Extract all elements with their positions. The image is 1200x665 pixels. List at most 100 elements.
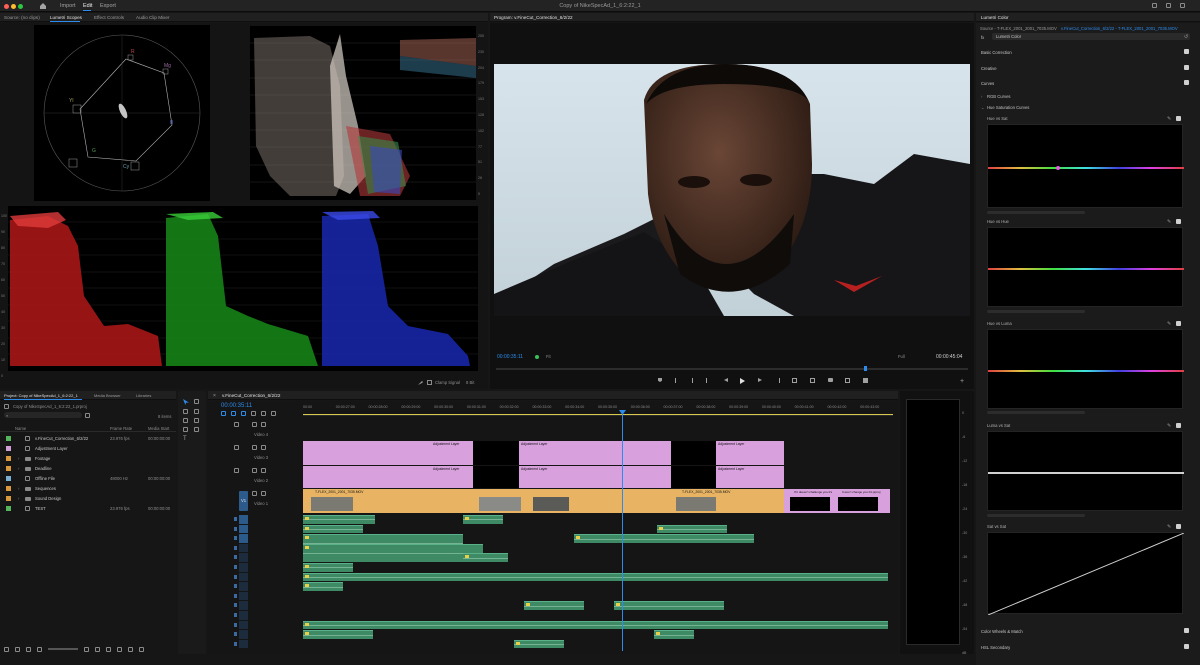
source-patch-audio[interactable] <box>239 515 248 524</box>
hue-vs-sat-graph[interactable] <box>987 124 1184 208</box>
eyedropper-icon[interactable]: ✎ <box>1167 524 1171 530</box>
adjustment-layer-clip[interactable]: Adjustment Layer <box>303 441 473 465</box>
audio-clip[interactable] <box>463 515 503 524</box>
eye-icon[interactable] <box>261 468 266 473</box>
source-patch-audio[interactable] <box>239 534 248 543</box>
hue-vs-luma-graph[interactable] <box>987 329 1184 409</box>
go-to-in-icon[interactable] <box>705 378 711 383</box>
tab-effect-controls[interactable]: Effect Controls <box>94 15 124 20</box>
curves-checkbox[interactable] <box>1184 80 1189 85</box>
list-view-icon[interactable] <box>15 646 20 652</box>
adjustment-layer-clip[interactable]: Adjustment Layer <box>303 466 473 488</box>
source-patch-audio[interactable] <box>239 582 248 591</box>
timeline-settings-icon[interactable] <box>261 411 266 416</box>
chevron-right-icon[interactable]: › <box>18 486 19 491</box>
chevron-right-icon[interactable]: › <box>18 466 19 471</box>
list-item[interactable]: › Deadline <box>0 464 176 474</box>
track-select-icon[interactable] <box>194 399 199 404</box>
eyedropper-icon[interactable]: ✎ <box>1167 219 1171 225</box>
luma-vs-sat-graph[interactable] <box>987 431 1184 511</box>
audio-clip[interactable] <box>463 553 508 562</box>
source-patch-audio[interactable] <box>239 620 248 630</box>
audio-clip[interactable] <box>303 572 888 582</box>
source-patch-audio[interactable] <box>239 553 248 562</box>
text-clip[interactable]: If it doesn't challenge you it's It won'… <box>784 489 890 513</box>
adjustment-layer-clip[interactable]: Adjustment Layer <box>716 441 784 465</box>
lock-icon[interactable] <box>234 445 239 450</box>
hue-vs-hue-scroll[interactable] <box>987 310 1085 313</box>
lock-icon[interactable] <box>234 584 237 589</box>
section-color-wheels[interactable]: Color Wheels & Match <box>981 629 1023 634</box>
section-hsl-secondary[interactable]: HSL Secondary <box>981 645 1010 650</box>
lock-icon[interactable] <box>234 536 237 541</box>
timeline-timecode[interactable]: 00:00:35:11 <box>221 403 252 409</box>
fullscreen-icon[interactable] <box>1180 3 1185 8</box>
chevron-right-icon[interactable]: › <box>18 456 19 461</box>
program-timecode[interactable]: 00:00:35:11 <box>497 354 523 360</box>
lock-icon[interactable] <box>234 468 239 473</box>
ripple-edit-icon[interactable] <box>183 409 188 414</box>
column-frame-rate[interactable]: Frame Rate <box>110 426 132 431</box>
tab-audio-clip-mixer[interactable]: Audio Clip Mixer <box>136 15 169 20</box>
rectangle-tool-icon[interactable] <box>183 427 188 432</box>
tab-libraries[interactable]: Libraries <box>136 393 151 398</box>
sync-lock-icon[interactable] <box>252 468 257 473</box>
hue-vs-luma-checkbox[interactable] <box>1176 321 1181 326</box>
pen-tool-icon[interactable] <box>194 418 199 423</box>
play-icon[interactable] <box>740 378 746 384</box>
label-color-swatch[interactable] <box>6 486 11 491</box>
source-patch-audio[interactable] <box>239 630 248 639</box>
audio-clip[interactable] <box>303 582 343 591</box>
lumetri-source-select[interactable]: Source - T-FLEX_2001_2001_7035.MOV <box>980 26 1057 31</box>
share-icon[interactable] <box>1166 3 1171 8</box>
section-curves[interactable]: Curves <box>981 81 994 86</box>
lock-icon[interactable] <box>234 574 237 579</box>
bit-depth-select[interactable]: 8 Bit <box>466 380 474 385</box>
lift-icon[interactable] <box>792 378 798 383</box>
timeline-close-icon[interactable]: × <box>213 393 216 399</box>
tab-project[interactable]: Project: Copy of NikeSpecAd_1_6:2:22_1 <box>4 393 78 398</box>
program-scrub-bar[interactable] <box>496 368 968 370</box>
audio-clip[interactable] <box>303 515 375 524</box>
type-tool-icon[interactable]: T <box>183 436 190 442</box>
video-clip[interactable]: T-FLEX_2001_2001_7035.MOV <box>303 489 656 513</box>
list-item[interactable]: Offline File 48000 Hz 00:00:00:00 <box>0 474 176 484</box>
sat-vs-sat-graph[interactable] <box>987 532 1185 616</box>
hue-vs-sat-checkbox[interactable] <box>1176 116 1181 121</box>
column-name[interactable]: Name <box>15 426 26 431</box>
audio-clip[interactable] <box>303 630 373 639</box>
add-marker-icon[interactable] <box>658 378 662 382</box>
luma-vs-sat-scroll[interactable] <box>987 514 1085 517</box>
automate-icon[interactable] <box>95 646 100 652</box>
luma-vs-sat-checkbox[interactable] <box>1176 423 1181 428</box>
program-monitor-title[interactable]: Program: v.FineCut_Correction_6/2/22 <box>494 15 573 20</box>
program-playhead[interactable] <box>864 366 867 371</box>
label-color-swatch[interactable] <box>6 436 11 441</box>
eye-icon[interactable] <box>261 445 266 450</box>
lock-icon[interactable] <box>234 593 237 598</box>
list-item[interactable]: › Sound Design <box>0 494 176 504</box>
subsection-hue-saturation-curves[interactable]: Hue Saturation Curves <box>987 105 1029 110</box>
nest-icon[interactable] <box>221 411 226 416</box>
source-patch-audio[interactable] <box>239 524 248 534</box>
chevron-right-icon[interactable]: › <box>18 496 19 501</box>
hand-tool-icon[interactable] <box>194 427 199 432</box>
source-patch-audio[interactable] <box>239 543 248 553</box>
source-patch-audio[interactable] <box>239 563 248 572</box>
list-item[interactable]: › Footage <box>0 454 176 464</box>
list-item[interactable]: › Sequences <box>0 484 176 494</box>
adjustment-layer-clip[interactable]: Adjustment Layer <box>716 466 784 488</box>
captions-icon[interactable] <box>271 411 276 416</box>
source-patch-audio[interactable] <box>239 572 248 582</box>
sync-lock-icon[interactable] <box>252 491 257 496</box>
source-patch-audio[interactable] <box>239 591 248 601</box>
source-patch-audio[interactable] <box>239 601 248 610</box>
list-item[interactable]: Adjustment Layer <box>0 444 176 454</box>
section-creative[interactable]: Creative <box>981 66 997 71</box>
linked-selection-icon[interactable] <box>241 411 246 416</box>
video-clip[interactable]: T-FLEX_2001_2001_7035.MOV <box>656 489 784 513</box>
trash-icon[interactable] <box>139 646 144 652</box>
playback-resolution-select[interactable]: Full <box>898 354 905 359</box>
eyedropper-icon[interactable]: ✎ <box>1167 116 1171 122</box>
lock-icon[interactable] <box>234 545 237 550</box>
